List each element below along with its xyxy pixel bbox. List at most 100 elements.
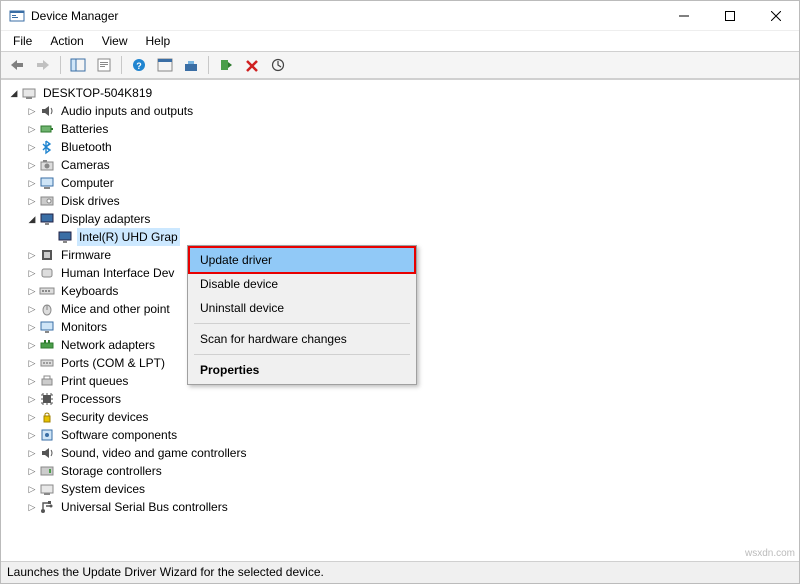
toolbar-update-button[interactable] (179, 54, 203, 76)
tree-node-label: Keyboards (59, 282, 120, 300)
expand-arrow-icon[interactable]: ▷ (25, 246, 39, 264)
toolbar-action-button[interactable] (153, 54, 177, 76)
toolbar-properties-button[interactable] (92, 54, 116, 76)
tree-category-usb[interactable]: ▷ Universal Serial Bus controllers (3, 498, 799, 516)
toolbar-scan-button[interactable] (266, 54, 290, 76)
tree-category-cameras[interactable]: ▷ Cameras (3, 156, 799, 174)
expand-arrow-icon[interactable]: ▷ (25, 390, 39, 408)
expand-arrow-icon[interactable]: ▷ (25, 498, 39, 516)
network-icon (39, 337, 55, 353)
menu-bar: File Action View Help (1, 31, 799, 51)
tree-category-bluetooth[interactable]: ▷Bluetooth (3, 138, 799, 156)
menu-action[interactable]: Action (42, 33, 91, 49)
toolbar-separator (60, 56, 61, 74)
expand-arrow-icon[interactable]: ▷ (25, 156, 39, 174)
display-icon (39, 211, 55, 227)
tree-node-label: Cameras (59, 156, 112, 174)
svg-text:?: ? (136, 61, 142, 71)
close-button[interactable] (753, 1, 799, 31)
cameras-icon (39, 157, 55, 173)
context-menu-disable-device[interactable]: Disable device (190, 272, 414, 296)
mice-icon (39, 301, 55, 317)
expand-arrow-icon[interactable]: ▷ (25, 300, 39, 318)
tree-device-intel-uhd[interactable]: Intel(R) UHD Grap (3, 228, 799, 246)
tree-category-processors[interactable]: ▷ Processors (3, 390, 799, 408)
disk-icon (39, 193, 55, 209)
toolbar: ? (1, 51, 799, 79)
tree-node-label: Intel(R) UHD Grap (77, 228, 180, 246)
context-menu: Update driver Disable device Uninstall d… (187, 245, 417, 385)
toolbar-help-button[interactable]: ? (127, 54, 151, 76)
toolbar-enable-button[interactable] (214, 54, 238, 76)
tree-category-sound[interactable]: ▷Sound, video and game controllers (3, 444, 799, 462)
tree-node-label: Software components (59, 426, 179, 444)
tree-node-label: Batteries (59, 120, 110, 138)
tree-root[interactable]: ◢ DESKTOP-504K819 (3, 84, 799, 102)
expand-arrow-icon[interactable]: ▷ (25, 408, 39, 426)
ports-icon (39, 355, 55, 371)
collapse-arrow-icon[interactable]: ◢ (25, 210, 39, 228)
expand-arrow-icon[interactable]: ▷ (25, 426, 39, 444)
tree-node-label: Audio inputs and outputs (59, 102, 195, 120)
expand-arrow-icon[interactable]: ▷ (25, 264, 39, 282)
toolbar-separator (121, 56, 122, 74)
expand-arrow-icon[interactable]: ▷ (25, 354, 39, 372)
menu-file[interactable]: File (5, 33, 40, 49)
usb-icon (39, 499, 55, 515)
maximize-button[interactable] (707, 1, 753, 31)
tree-category-computer[interactable]: ▷Computer (3, 174, 799, 192)
minimize-button[interactable] (661, 1, 707, 31)
processors-icon (39, 391, 55, 407)
root-icon (21, 85, 37, 101)
toolbar-uninstall-button[interactable] (240, 54, 264, 76)
expand-arrow-icon[interactable]: ▷ (25, 120, 39, 138)
tree-category-display[interactable]: ◢Display adapters (3, 210, 799, 228)
context-menu-scan-hardware[interactable]: Scan for hardware changes (190, 327, 414, 351)
expand-arrow-icon[interactable]: ▷ (25, 372, 39, 390)
menu-help[interactable]: Help (138, 33, 179, 49)
tree-node-label: Universal Serial Bus controllers (59, 498, 230, 516)
menu-view[interactable]: View (94, 33, 136, 49)
context-menu-separator (194, 323, 410, 324)
tree-node-label: Processors (59, 390, 123, 408)
expand-arrow-icon[interactable]: ▷ (25, 192, 39, 210)
context-menu-update-driver[interactable]: Update driver (190, 248, 414, 272)
tree-node-label: Mice and other point (59, 300, 172, 318)
tree-node-label: Monitors (59, 318, 109, 336)
expand-arrow-icon[interactable]: ▷ (25, 336, 39, 354)
expand-arrow-icon[interactable]: ▷ (25, 480, 39, 498)
keyboards-icon (39, 283, 55, 299)
status-bar: Launches the Update Driver Wizard for th… (1, 561, 799, 583)
toolbar-forward-button[interactable] (31, 54, 55, 76)
watermark: wsxdn.com (745, 548, 795, 559)
expand-arrow-icon[interactable]: ▷ (25, 138, 39, 156)
bluetooth-icon (39, 139, 55, 155)
collapse-arrow-icon[interactable]: ◢ (7, 84, 21, 102)
toolbar-back-button[interactable] (5, 54, 29, 76)
window-title: Device Manager (31, 9, 118, 23)
expand-arrow-icon[interactable]: ▷ (25, 318, 39, 336)
expand-arrow-icon[interactable]: ▷ (25, 462, 39, 480)
tree-category-disk[interactable]: ▷Disk drives (3, 192, 799, 210)
storage-icon (39, 463, 55, 479)
tree-node-label: DESKTOP-504K819 (41, 84, 154, 102)
tree-category-software[interactable]: ▷ Software components (3, 426, 799, 444)
sound-icon (39, 445, 55, 461)
status-text: Launches the Update Driver Wizard for th… (7, 565, 324, 579)
intel-uhd-icon (57, 229, 73, 245)
tree-node-label: Security devices (59, 408, 150, 426)
software-icon (39, 427, 55, 443)
expand-arrow-icon[interactable]: ▷ (25, 282, 39, 300)
tree-category-audio[interactable]: ▷ Audio inputs and outputs (3, 102, 799, 120)
expand-arrow-icon[interactable]: ▷ (25, 174, 39, 192)
tree-category-storage[interactable]: ▷Storage controllers (3, 462, 799, 480)
toolbar-show-hide-button[interactable] (66, 54, 90, 76)
tree-node-label: Network adapters (59, 336, 157, 354)
expand-arrow-icon[interactable]: ▷ (25, 102, 39, 120)
tree-category-batteries[interactable]: ▷ Batteries (3, 120, 799, 138)
tree-category-security[interactable]: ▷ Security devices (3, 408, 799, 426)
context-menu-properties[interactable]: Properties (190, 358, 414, 382)
expand-arrow-icon[interactable]: ▷ (25, 444, 39, 462)
tree-category-sysdev[interactable]: ▷System devices (3, 480, 799, 498)
context-menu-uninstall-device[interactable]: Uninstall device (190, 296, 414, 320)
